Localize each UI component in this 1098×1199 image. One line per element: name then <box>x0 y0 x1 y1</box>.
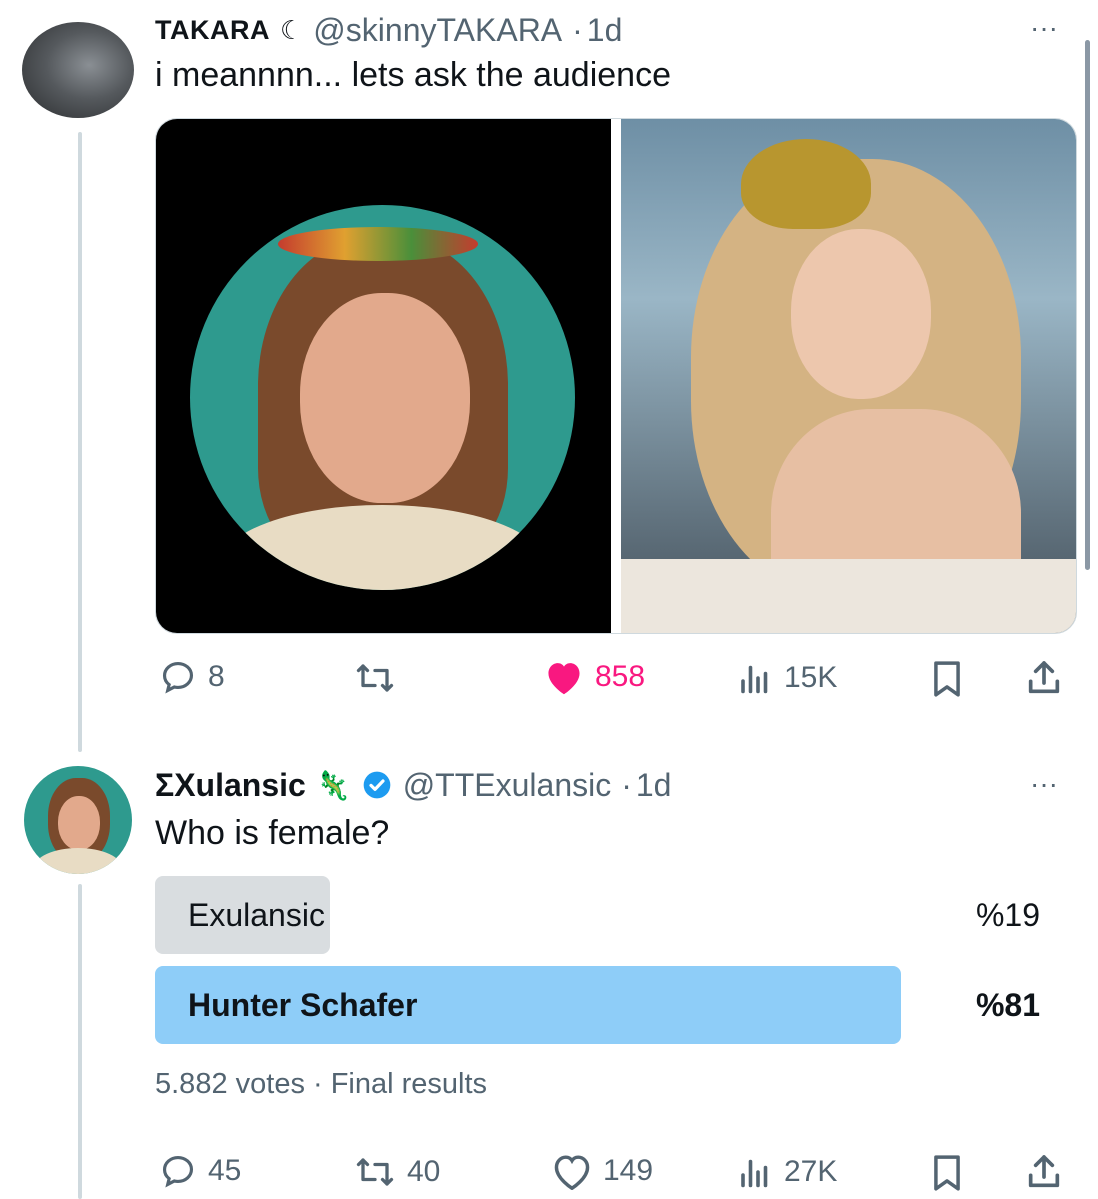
poll-option-percent: %19 <box>975 897 1040 933</box>
retweet-icon <box>356 664 394 692</box>
reply-count: 8 <box>208 660 225 693</box>
tweet-text: i meannnn... lets ask the audience <box>155 56 671 94</box>
dress-shape <box>621 559 1076 633</box>
thread-line-2 <box>78 884 82 1199</box>
retweet-button[interactable]: 40 <box>353 1154 440 1190</box>
bookmark-button[interactable] <box>930 1154 964 1197</box>
views-count: 27K <box>784 1155 838 1188</box>
tweet-2-header: ΣXulansic 🦎 @TTExulansic · 1d <box>155 764 671 806</box>
views-count: 15K <box>784 661 838 694</box>
bookmark-icon <box>934 661 960 697</box>
portrait-circle <box>190 205 575 590</box>
share-icon <box>1028 661 1060 694</box>
gold-hat-shape <box>741 139 871 229</box>
exulansic-avatar[interactable] <box>24 766 132 874</box>
tweet-media[interactable] <box>155 118 1077 634</box>
thread-line <box>78 132 82 752</box>
views-button[interactable]: 15K <box>736 660 837 696</box>
face-shape <box>300 293 470 503</box>
retweet-icon <box>356 1158 394 1186</box>
timestamp[interactable]: 1d <box>636 767 672 804</box>
share-button[interactable] <box>1024 1152 1064 1197</box>
like-count: 858 <box>595 660 646 693</box>
more-options-icon[interactable]: ··· <box>1030 768 1058 800</box>
reply-icon <box>162 1155 194 1188</box>
like-count: 149 <box>603 1154 654 1187</box>
moon-icon: ☾ <box>279 14 304 45</box>
media-divider <box>611 119 621 633</box>
handle[interactable]: @TTExulansic <box>403 767 612 804</box>
lizard-emoji: 🦎 <box>315 769 351 801</box>
reply-button[interactable]: 45 <box>158 1152 241 1190</box>
verified-badge-icon <box>363 771 391 799</box>
separator: · <box>572 11 583 48</box>
timestamp[interactable]: 1d <box>587 12 623 49</box>
poll-footer: 5.882 votes · Final results <box>155 1068 488 1100</box>
media-image-right[interactable] <box>621 119 1076 633</box>
share-button[interactable] <box>1024 658 1064 703</box>
more-options-icon[interactable]: ··· <box>1030 12 1058 44</box>
takara-avatar[interactable] <box>22 22 134 118</box>
headband-shape <box>278 227 478 261</box>
scrollbar[interactable] <box>1085 40 1090 570</box>
poll-option-label: Exulansic <box>188 897 325 933</box>
reply-count: 45 <box>208 1154 242 1187</box>
retweet-count: 40 <box>407 1155 441 1188</box>
separator: · <box>621 766 632 803</box>
reply-icon <box>162 661 194 694</box>
tweet-text: Who is female? <box>155 814 390 852</box>
bookmark-button[interactable] <box>930 660 964 703</box>
views-button[interactable]: 27K <box>736 1154 837 1190</box>
display-name[interactable]: TAKARA <box>155 15 270 46</box>
media-image-left[interactable] <box>156 119 611 633</box>
bookmark-icon <box>934 1155 960 1191</box>
views-icon <box>741 665 768 694</box>
views-icon <box>741 1159 768 1188</box>
like-button[interactable]: 858 <box>543 658 645 696</box>
poll-option-label: Hunter Schafer <box>188 987 418 1023</box>
heart-filled-icon <box>548 663 580 695</box>
share-icon <box>1028 1155 1060 1188</box>
like-button[interactable]: 149 <box>551 1152 653 1190</box>
handle[interactable]: @skinnyTAKARA <box>313 12 562 49</box>
reply-button[interactable]: 8 <box>158 658 225 696</box>
retweet-button[interactable] <box>353 660 407 696</box>
avatar-face-shape <box>58 796 100 850</box>
heart-icon <box>554 1155 590 1190</box>
display-name[interactable]: ΣXulansic <box>155 767 306 804</box>
poll-option-percent: %81 <box>975 987 1040 1023</box>
face2-shape <box>791 229 931 399</box>
tweet-1-header: TAKARA ☾ @skinnyTAKARA · 1d <box>155 10 622 50</box>
avatar-shoulders-shape <box>34 848 122 874</box>
